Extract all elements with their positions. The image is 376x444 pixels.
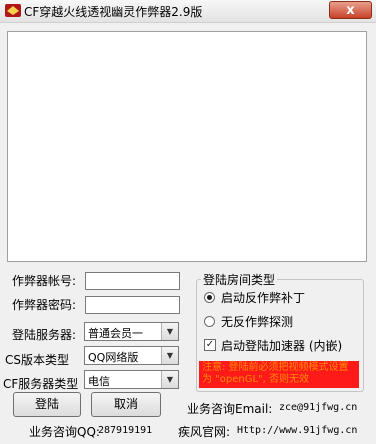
cs-version-label: CS版本类型 xyxy=(5,353,69,367)
email-label: 业务咨询Email: xyxy=(187,402,273,416)
room-type-group-title: 登陆房间类型 xyxy=(201,271,278,288)
login-button[interactable]: 登陆 xyxy=(13,392,81,417)
app-logo-icon xyxy=(5,4,21,17)
warning-note: 注意: 登陆前必须把视频模式设置为 "openGL", 否则无效 xyxy=(199,361,359,388)
title-bar[interactable]: CF穿越火线透视幽灵作弊器2.9版 x xyxy=(0,0,376,23)
password-input[interactable] xyxy=(85,296,180,314)
radio-no-detection[interactable] xyxy=(204,316,215,327)
site-value[interactable]: Http://www.91jfwg.cn xyxy=(237,425,357,436)
display-area xyxy=(7,31,367,262)
radio-no-detection-label[interactable]: 无反作弊探测 xyxy=(221,313,293,330)
chevron-down-icon[interactable]: ▼ xyxy=(161,347,178,364)
cs-version-select[interactable]: QQ网络版 ▼ xyxy=(84,346,179,365)
login-server-value: 普通会员一 xyxy=(88,327,143,340)
qq-value: 287919191 xyxy=(98,425,153,436)
site-label: 疾风官网: xyxy=(178,425,231,439)
email-value: zce@91jfwg.cn xyxy=(279,402,358,413)
cf-server-select[interactable]: 电信 ▼ xyxy=(84,370,179,389)
cancel-button[interactable]: 取消 xyxy=(91,392,161,417)
accelerator-checkbox[interactable]: ✓ xyxy=(204,339,216,351)
radio-anti-cheat-patch-label[interactable]: 启动反作弊补丁 xyxy=(221,289,305,306)
cf-server-label: CF服务器类型 xyxy=(3,377,79,391)
cs-version-value: QQ网络版 xyxy=(88,351,139,364)
password-label: 作弊器密码: xyxy=(12,298,77,312)
accelerator-label[interactable]: 启动登陆加速器 (内嵌) xyxy=(221,337,342,354)
window-title: CF穿越火线透视幽灵作弊器2.9版 xyxy=(24,5,203,19)
account-input[interactable] xyxy=(85,272,180,290)
login-server-select[interactable]: 普通会员一 ▼ xyxy=(84,322,179,341)
main-window: CF穿越火线透视幽灵作弊器2.9版 x 作弊器帐号: 作弊器密码: 登陆服务器:… xyxy=(0,0,376,444)
account-label: 作弊器帐号: xyxy=(12,274,77,288)
close-button[interactable]: x xyxy=(329,1,372,19)
cf-server-value: 电信 xyxy=(88,375,110,388)
radio-anti-cheat-patch[interactable] xyxy=(204,292,215,303)
qq-label: 业务咨询QQ: xyxy=(29,425,100,439)
chevron-down-icon[interactable]: ▼ xyxy=(161,323,178,340)
chevron-down-icon[interactable]: ▼ xyxy=(161,371,178,388)
login-server-label: 登陆服务器: xyxy=(12,328,77,342)
